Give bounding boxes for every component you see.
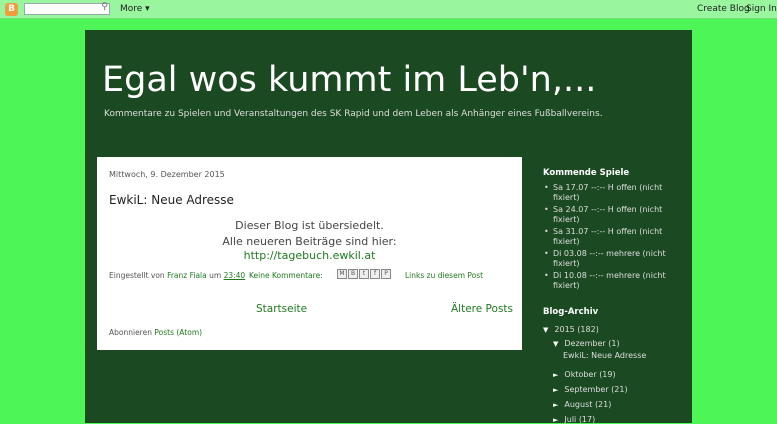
at-label: um	[209, 271, 222, 280]
list-item: • Di 10.08 --:-- mehrere (nicht fixiert)	[544, 271, 666, 290]
posted-by-label: Eingestellt von	[109, 271, 165, 280]
post-body-line: Dieser Blog ist übersiedelt.	[235, 219, 384, 232]
home-link[interactable]: Startseite	[256, 303, 307, 315]
archive-year-2015[interactable]: ▼ 2015 (182)	[543, 325, 599, 334]
triangle-right-icon[interactable]: ►	[553, 386, 558, 394]
twitter-icon[interactable]: t	[359, 269, 369, 279]
archive-month-september[interactable]: ► September (21)	[553, 385, 628, 394]
list-item: • Sa 24.07 --:-- H offen (nicht fixiert)	[544, 205, 663, 224]
search-input[interactable]: ⚲	[24, 2, 110, 15]
blogthis-icon[interactable]: B	[348, 269, 358, 279]
older-posts-link[interactable]: Ältere Posts	[451, 303, 513, 315]
archive-month-august[interactable]: ► August (21)	[553, 400, 611, 409]
archive-post-link[interactable]: EwkiL: Neue Adresse	[563, 351, 646, 360]
post-time-link[interactable]: 23:40	[224, 271, 246, 280]
post-footer-byline: Eingestellt von Franz Fiala um 23:40	[109, 271, 245, 280]
search-icon[interactable]: ⚲	[101, 2, 108, 12]
subscribe-label: Abonnieren	[109, 328, 152, 337]
kommende-spiele-title: Kommende Spiele	[543, 168, 630, 178]
post-date: Mittwoch, 9. Dezember 2015	[109, 170, 225, 179]
author-link[interactable]: Franz Fiala	[167, 271, 207, 280]
post-area: Mittwoch, 9. Dezember 2015 EwkiL: Neue A…	[97, 157, 522, 350]
subscribe-line: Abonnieren Posts (Atom)	[109, 328, 202, 337]
comments-link[interactable]: Keine Kommentare:	[249, 271, 323, 280]
navbar: B ⚲ More ▾ Create Blog Sign In	[0, 0, 777, 19]
triangle-right-icon[interactable]: ►	[553, 401, 558, 409]
subscribe-atom-link[interactable]: Posts (Atom)	[154, 328, 202, 337]
list-item: • Sa 17.07 --:-- H offen (nicht fixiert)	[544, 183, 663, 202]
more-menu[interactable]: More ▾	[120, 4, 150, 14]
blogger-logo-icon[interactable]: B	[5, 3, 18, 16]
sign-in-link[interactable]: Sign In	[746, 4, 777, 14]
blog-archiv-title: Blog-Archiv	[543, 307, 599, 317]
triangle-down-icon[interactable]: ▼	[543, 326, 548, 334]
triangle-down-icon[interactable]: ▼	[553, 340, 558, 348]
list-item: • Di 03.08 --:-- mehrere (nicht fixiert)	[544, 249, 666, 268]
post-body-link[interactable]: http://tagebuch.ewkil.at	[97, 249, 522, 262]
archive-month-dezember[interactable]: ▼ Dezember (1)	[553, 339, 620, 348]
post-body-line: Alle neueren Beiträge sind hier:	[222, 235, 397, 248]
facebook-icon[interactable]: f	[370, 269, 380, 279]
list-item: • Sa 31.07 --:-- H offen (nicht fixiert)	[544, 227, 663, 246]
email-icon[interactable]: M	[337, 269, 347, 279]
create-blog-link[interactable]: Create Blog	[697, 4, 750, 14]
triangle-right-icon[interactable]: ►	[553, 371, 558, 379]
blog-title[interactable]: Egal wos kummt im Leb'n,...	[102, 60, 596, 100]
links-to-post[interactable]: Links zu diesem Post	[405, 271, 483, 280]
archive-month-oktober[interactable]: ► Oktober (19)	[553, 370, 616, 379]
blog-description: Kommentare zu Spielen und Veranstaltunge…	[104, 109, 603, 119]
share-buttons: M B t f P	[337, 269, 391, 280]
pinterest-icon[interactable]: P	[381, 269, 391, 279]
post-title[interactable]: EwkiL: Neue Adresse	[109, 193, 234, 207]
